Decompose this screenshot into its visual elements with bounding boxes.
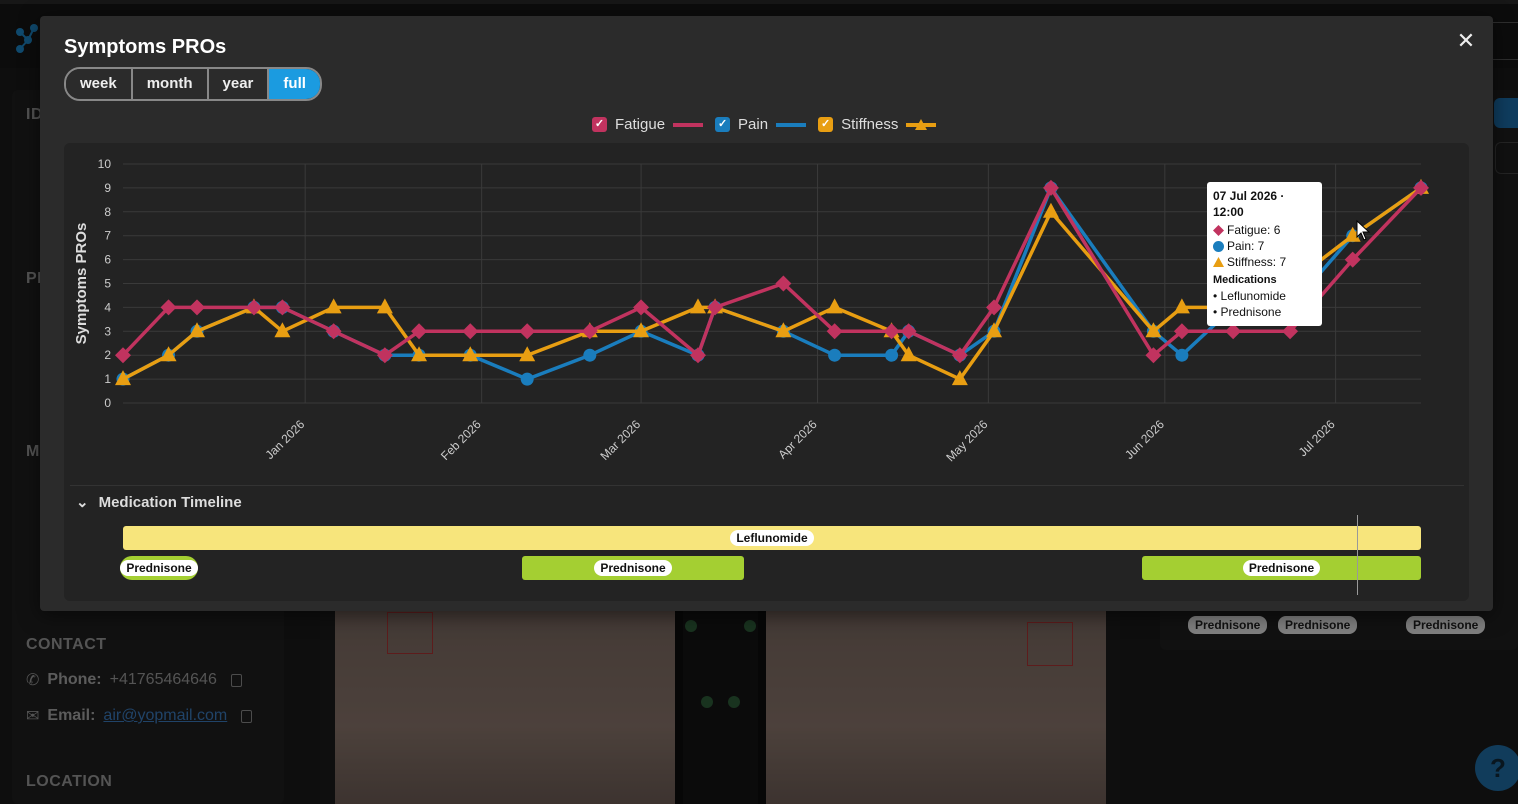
y-tick-label: 3 (104, 324, 111, 338)
close-icon[interactable]: ✕ (1455, 30, 1477, 52)
time-range-selector: week month year full (64, 67, 322, 101)
checkbox-checked-icon[interactable]: ✓ (592, 117, 607, 132)
legend-fatigue[interactable]: ✓ Fatigue (592, 116, 704, 133)
medication-bar-label: Prednisone (1242, 560, 1321, 576)
legend-stiffness-label: Stiffness (841, 116, 899, 133)
medication-bar-label: Prednisone (120, 560, 198, 576)
medication-bar-prednisone[interactable]: Prednisone (120, 556, 198, 580)
circle-icon (1213, 240, 1224, 252)
legend-stiffness[interactable]: ✓ Stiffness (818, 116, 937, 133)
stiffness-line-swatch (906, 118, 937, 130)
tooltip-med-item: • Prednisone (1213, 305, 1282, 319)
divider (70, 485, 1464, 486)
symptoms-modal: Symptoms PROs ✕ week month year full ✓ F… (40, 16, 1493, 611)
data-point-fatigue[interactable] (325, 323, 342, 340)
x-tick-label: Jul 2026 (1296, 417, 1338, 459)
data-point-pain[interactable] (520, 372, 534, 386)
medication-bar-label: Prednisone (594, 560, 672, 576)
tooltip-row: Fatigue: 6 (1213, 222, 1316, 238)
y-tick-label: 10 (98, 157, 112, 171)
data-point-fatigue[interactable] (462, 323, 479, 340)
tooltip-stiffness: Stiffness: 7 (1227, 255, 1287, 269)
y-tick-label: 6 (104, 253, 111, 267)
medication-bar-label: Leflunomide (730, 530, 814, 546)
x-tick-label: Mar 2026 (597, 417, 643, 463)
y-tick-label: 7 (104, 229, 111, 243)
tooltip-row: Stiffness: 7 (1213, 254, 1316, 270)
chevron-down-icon: ⌄ (76, 494, 89, 511)
data-point-pain[interactable] (828, 348, 842, 362)
legend-fatigue-label: Fatigue (615, 116, 666, 133)
y-tick-label: 1 (104, 372, 111, 386)
data-point-pain[interactable] (885, 348, 899, 362)
y-axis-label: Symptoms PROs (73, 223, 90, 345)
range-full-button[interactable]: full (269, 69, 320, 99)
x-tick-label: Jan 2026 (262, 417, 307, 462)
timeline-cursor-line (1357, 515, 1358, 595)
chart-legend: ✓ Fatigue ✓ Pain ✓ Stiffness (592, 116, 937, 133)
triangle-icon (1213, 256, 1224, 267)
tooltip-fatigue: Fatigue: 6 (1227, 223, 1281, 237)
data-point-fatigue[interactable] (274, 299, 291, 316)
range-month-button[interactable]: month (132, 69, 209, 99)
x-tick-label: Feb 2026 (438, 417, 484, 463)
tooltip-pain: Pain: 7 (1227, 239, 1265, 253)
y-tick-label: 2 (104, 348, 111, 362)
medication-timeline-heading: Medication Timeline (98, 493, 242, 511)
medication-timeline-toggle[interactable]: ⌄ Medication Timeline (76, 493, 242, 512)
fatigue-line-swatch (673, 122, 704, 127)
checkbox-checked-icon[interactable]: ✓ (715, 117, 731, 132)
chart-tooltip: 07 Jul 2026 · 12:00 Fatigue: 6 Pain: 7 S… (1207, 182, 1322, 326)
pain-line-swatch (776, 122, 807, 127)
y-tick-label: 5 (104, 277, 111, 291)
medication-bar-leflunomide[interactable]: Leflunomide (123, 526, 1421, 550)
y-tick-label: 4 (104, 300, 111, 314)
data-point-fatigue[interactable] (519, 323, 536, 340)
diamond-icon (1213, 224, 1224, 236)
y-tick-label: 0 (104, 396, 111, 410)
medication-bar-prednisone[interactable]: Prednisone (522, 556, 744, 580)
x-tick-label: May 2026 (943, 417, 990, 464)
tooltip-row: Pain: 7 (1213, 238, 1316, 254)
data-point-fatigue[interactable] (189, 299, 206, 316)
legend-pain[interactable]: ✓ Pain (715, 116, 807, 133)
modal-title: Symptoms PROs (64, 36, 227, 58)
range-week-button[interactable]: week (66, 69, 133, 99)
y-tick-label: 8 (104, 205, 111, 219)
data-point-pain[interactable] (1175, 348, 1189, 362)
x-tick-label: Jun 2026 (1122, 417, 1167, 462)
tooltip-title: 07 Jul 2026 · 12:00 (1213, 189, 1285, 219)
medication-bar-prednisone[interactable]: Prednisone (1142, 556, 1421, 580)
tooltip-medications-heading: Medications (1213, 274, 1277, 286)
legend-pain-label: Pain (738, 116, 769, 133)
data-point-pain[interactable] (583, 348, 597, 362)
data-point-stiffness[interactable] (826, 298, 843, 314)
x-tick-label: Apr 2026 (775, 417, 820, 462)
checkbox-checked-icon[interactable]: ✓ (818, 117, 834, 132)
range-year-button[interactable]: year (208, 69, 270, 99)
tooltip-med-item: • Leflunomide (1213, 289, 1286, 303)
y-tick-label: 9 (104, 181, 111, 195)
